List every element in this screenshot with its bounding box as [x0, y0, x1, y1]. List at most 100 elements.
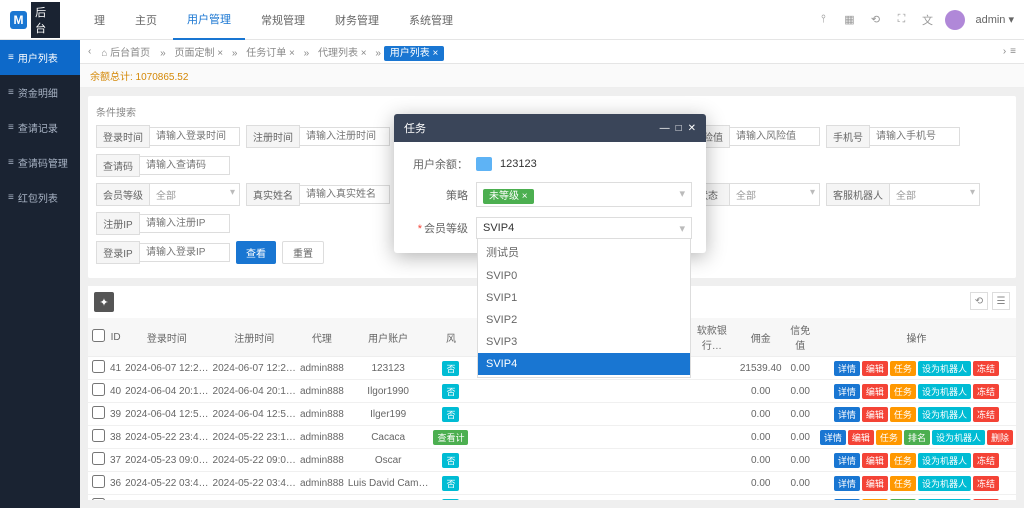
dd-option[interactable]: SVIP1	[478, 287, 690, 309]
risk-badge[interactable]: 查看计	[433, 430, 468, 445]
th-14: 佣金	[738, 318, 784, 357]
filter-frow1-1: 注册时间	[246, 125, 390, 148]
filter-input-6[interactable]	[140, 156, 230, 175]
bc-item-2[interactable]: 代理列表 ×	[312, 46, 373, 61]
sidebar-item-2[interactable]: ≡ 查请记录	[0, 110, 80, 145]
table-row: 392024-06-04 12:5…2024-06-04 12:5…admin8…	[88, 403, 1016, 426]
modal-level-select[interactable]: SVIP4 ▾ 测试员SVIP0SVIP1SVIP2SVIP3SVIP4Svip…	[476, 217, 692, 239]
row-check[interactable]	[92, 383, 105, 396]
table-row: 372024-05-23 09:0…2024-05-22 09:0…admin8…	[88, 449, 1016, 472]
modal-max-icon[interactable]: □	[676, 123, 682, 134]
login-ip-input[interactable]	[140, 243, 230, 262]
sidebar-item-4[interactable]: ≡ 红包列表	[0, 180, 80, 215]
th-16: 操作	[817, 318, 1016, 357]
modal-user-value: 123123	[500, 158, 537, 170]
filter-input-1[interactable]	[300, 127, 390, 146]
refresh-icon[interactable]: ⟲	[867, 12, 883, 28]
sidebar-item-0[interactable]: ≡ 用户列表	[0, 40, 80, 75]
breadcrumb: ‹ ⌂ 后台首页 » 页面定制 × » 任务订单 × » 代理列表 × » 用户…	[80, 40, 1024, 64]
avatar[interactable]	[945, 10, 965, 30]
th-13: 软款银行…	[686, 318, 738, 357]
filter-select-4[interactable]: 全部	[730, 183, 820, 206]
filter-frow1-4: 风险值	[686, 125, 820, 148]
risk-badge[interactable]: 否	[442, 384, 459, 399]
risk-badge[interactable]: 否	[442, 499, 459, 501]
chart-icon[interactable]: ⫯	[815, 12, 831, 28]
gear-icon[interactable]: ✦	[94, 292, 114, 312]
modal-close-icon[interactable]: ✕	[688, 123, 696, 134]
th-6: 风	[430, 318, 471, 357]
row-check[interactable]	[92, 429, 105, 442]
filter-select-5[interactable]: 全部	[890, 183, 980, 206]
bc-home[interactable]: ⌂ 后台首页	[95, 42, 156, 61]
risk-badge[interactable]: 否	[442, 361, 459, 376]
strategy-tag[interactable]: 未等级 ×	[483, 189, 534, 204]
bc-forward[interactable]: ›	[1003, 46, 1006, 57]
sidebar-item-3[interactable]: ≡ 查请码管理	[0, 145, 80, 180]
topnav-1[interactable]: 主页	[121, 0, 171, 40]
risk-badge[interactable]: 否	[442, 453, 459, 468]
modal-header[interactable]: 任务 — □ ✕	[394, 114, 706, 142]
dd-option[interactable]: SVIP0	[478, 265, 690, 287]
topnav-4[interactable]: 财务管理	[321, 0, 393, 40]
risk-badge[interactable]: 否	[442, 407, 459, 422]
filter-input-4[interactable]	[730, 127, 820, 146]
filter-input-0[interactable]	[150, 127, 240, 146]
topnav-0[interactable]: 理	[80, 0, 119, 40]
filter-input-5[interactable]	[870, 127, 960, 146]
dd-option[interactable]: SVIP4	[478, 353, 690, 375]
logo: M 后台	[10, 2, 60, 38]
topnav-2[interactable]: 用户管理	[173, 0, 245, 40]
check-all[interactable]	[92, 329, 105, 342]
modal-min-icon[interactable]: —	[660, 123, 670, 134]
row-check[interactable]	[92, 498, 105, 500]
row-actions: 详情编辑任务设为机器人冻结	[817, 357, 1016, 380]
reset-button[interactable]: 重置	[282, 241, 324, 264]
modal-strategy-select[interactable]: 未等级 × ▾	[476, 182, 692, 207]
row-actions: 详情任务排名设为机器人冻结	[817, 495, 1016, 501]
filter-login-ip: 登录IP	[96, 241, 230, 264]
row-check[interactable]	[92, 452, 105, 465]
dd-option[interactable]: SvipX1	[478, 375, 690, 378]
table-row: 352024-05-22 03:1…2024-05-22 03:1…admin8…	[88, 495, 1016, 501]
filter-select-0[interactable]: 全部	[150, 183, 240, 206]
bc-item-3[interactable]: 用户列表 ×	[384, 46, 445, 61]
dd-option[interactable]: SVIP3	[478, 331, 690, 353]
username[interactable]: admin ▾	[975, 13, 1014, 26]
bc-menu[interactable]: ≡	[1010, 46, 1016, 57]
lang-icon[interactable]: 文	[919, 12, 935, 28]
filter-frow2-5: 客服机器人全部	[826, 183, 980, 206]
grid-icon[interactable]: ▦	[841, 12, 857, 28]
row-check[interactable]	[92, 475, 105, 488]
bc-item-0[interactable]: 页面定制 ×	[169, 46, 230, 61]
th-1: ID	[108, 318, 123, 357]
expand-icon[interactable]: ⛶	[893, 12, 909, 28]
topnav: 理主页用户管理常规管理财务管理系统管理	[80, 0, 467, 40]
folder-icon	[476, 157, 492, 171]
th-2: 登录时间	[123, 318, 210, 357]
bc-item-1[interactable]: 任务订单 ×	[240, 46, 301, 61]
dd-option[interactable]: SVIP2	[478, 309, 690, 331]
row-actions: 详情编辑任务设为机器人冻结	[817, 403, 1016, 426]
table-row: 362024-05-22 03:4…2024-05-22 03:4…admin8…	[88, 472, 1016, 495]
row-check[interactable]	[92, 406, 105, 419]
search-button[interactable]: 查看	[236, 241, 276, 264]
filter-input-6[interactable]	[140, 214, 230, 233]
row-check[interactable]	[92, 360, 105, 373]
filter-frow1-5: 手机号	[826, 125, 960, 148]
topnav-3[interactable]: 常规管理	[247, 0, 319, 40]
dd-option[interactable]: 测试员	[478, 239, 690, 265]
columns-icon[interactable]: ☰	[992, 292, 1010, 310]
topnav-5[interactable]: 系统管理	[395, 0, 467, 40]
th-3: 注册时间	[211, 318, 298, 357]
bc-back[interactable]: ‹	[88, 46, 91, 57]
sidebar-item-1[interactable]: ≡ 资金明细	[0, 75, 80, 110]
summary-bar: 余额总计: 1070865.52	[80, 64, 1024, 88]
filter-frow1-0: 登录时间	[96, 125, 240, 148]
risk-badge[interactable]: 否	[442, 476, 459, 491]
refresh-table-icon[interactable]: ⟲	[970, 292, 988, 310]
row-actions: 详情编辑任务设为机器人冻结	[817, 449, 1016, 472]
filter-frow2-0: 会员等级全部	[96, 183, 240, 206]
filter-input-1[interactable]	[300, 185, 390, 204]
task-modal: 任务 — □ ✕ 用户余额： 123123 策略 未等级 × ▾ 会员等级 SV…	[394, 114, 706, 253]
